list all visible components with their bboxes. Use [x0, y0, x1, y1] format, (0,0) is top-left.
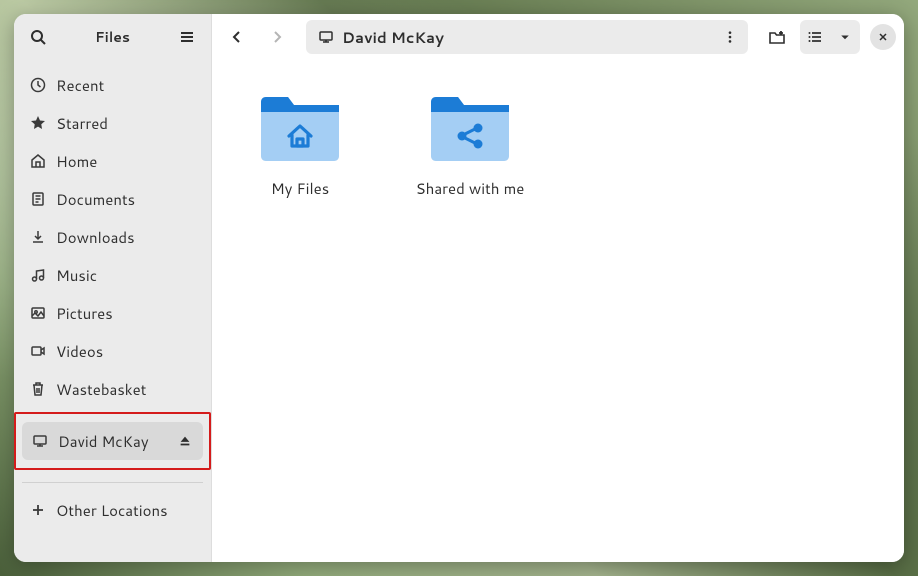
- download-icon: [30, 229, 46, 245]
- toolbar: David McKay: [212, 14, 904, 60]
- folder-shared-with-me[interactable]: Shared with me: [406, 88, 534, 199]
- sidebar-header: Files: [14, 14, 211, 60]
- sidebar-item-home[interactable]: Home: [20, 142, 205, 180]
- sidebar-item-recent[interactable]: Recent: [20, 66, 205, 104]
- pictures-icon: [30, 305, 46, 321]
- sidebar-item-trash[interactable]: Wastebasket: [20, 370, 205, 408]
- music-icon: [30, 267, 46, 283]
- sidebar: Files Recent Starred: [14, 14, 212, 562]
- sidebar-item-pictures[interactable]: Pictures: [20, 294, 205, 332]
- window-close-button[interactable]: [870, 24, 896, 50]
- path-bar[interactable]: David McKay: [306, 20, 748, 54]
- view-switcher: [800, 20, 860, 54]
- main-pane: David McKay: [212, 14, 904, 562]
- list-view-button[interactable]: [800, 22, 830, 52]
- plus-icon: [30, 502, 46, 518]
- close-icon: [877, 31, 889, 43]
- eject-button[interactable]: [177, 433, 193, 449]
- sidebar-label: Wastebasket: [56, 379, 195, 400]
- sidebar-item-starred[interactable]: Starred: [20, 104, 205, 142]
- nav-back-button[interactable]: [220, 20, 254, 54]
- sidebar-separator: [22, 482, 203, 483]
- sidebar-item-mount-david-mckay[interactable]: David McKay: [22, 422, 203, 460]
- hamburger-icon: [179, 29, 195, 45]
- path-location: David McKay: [342, 27, 708, 48]
- folder-label: Shared with me: [416, 178, 525, 199]
- sidebar-item-videos[interactable]: Videos: [20, 332, 205, 370]
- videos-icon: [30, 343, 46, 359]
- kebab-icon: [723, 30, 737, 44]
- sidebar-label: Videos: [56, 341, 195, 362]
- folder-plus-icon: [768, 28, 786, 46]
- sidebar-label: Other Locations: [56, 500, 195, 521]
- sidebar-item-other-locations[interactable]: Other Locations: [20, 491, 205, 529]
- trash-icon: [30, 381, 46, 397]
- sidebar-label: Home: [56, 151, 195, 172]
- documents-icon: [30, 191, 46, 207]
- sidebar-label: Recent: [56, 75, 195, 96]
- sidebar-item-documents[interactable]: Documents: [20, 180, 205, 218]
- new-tab-button[interactable]: [760, 20, 794, 54]
- highlight-annotation: David McKay: [14, 412, 211, 470]
- sidebar-label: Documents: [56, 189, 195, 210]
- folder-home-icon: [257, 88, 343, 168]
- files-window: Files Recent Starred: [14, 14, 904, 562]
- sidebar-item-music[interactable]: Music: [20, 256, 205, 294]
- sidebar-label: David McKay: [58, 431, 167, 452]
- eject-icon: [178, 434, 192, 448]
- chevron-down-icon: [839, 31, 851, 43]
- network-drive-icon: [318, 29, 334, 45]
- list-icon: [807, 29, 823, 45]
- sidebar-label: Pictures: [56, 303, 195, 324]
- path-menu-button[interactable]: [716, 23, 744, 51]
- nav-forward-button[interactable]: [260, 20, 294, 54]
- network-drive-icon: [32, 433, 48, 449]
- folder-label: My Files: [271, 178, 329, 199]
- search-icon: [30, 29, 46, 45]
- search-button[interactable]: [22, 21, 54, 53]
- star-icon: [30, 115, 46, 131]
- folder-grid: My Files Shared w: [212, 60, 904, 562]
- hamburger-menu-button[interactable]: [171, 21, 203, 53]
- view-options-button[interactable]: [830, 22, 860, 52]
- sidebar-label: Starred: [56, 113, 195, 134]
- folder-my-files[interactable]: My Files: [236, 88, 364, 199]
- sidebar-places: Recent Starred Home Documents: [14, 60, 211, 562]
- folder-share-icon: [427, 88, 513, 168]
- chevron-left-icon: [229, 29, 245, 45]
- sidebar-label: Music: [56, 265, 195, 286]
- clock-icon: [30, 77, 46, 93]
- app-title: Files: [54, 27, 171, 47]
- sidebar-label: Downloads: [56, 227, 195, 248]
- home-icon: [30, 153, 46, 169]
- sidebar-item-downloads[interactable]: Downloads: [20, 218, 205, 256]
- chevron-right-icon: [269, 29, 285, 45]
